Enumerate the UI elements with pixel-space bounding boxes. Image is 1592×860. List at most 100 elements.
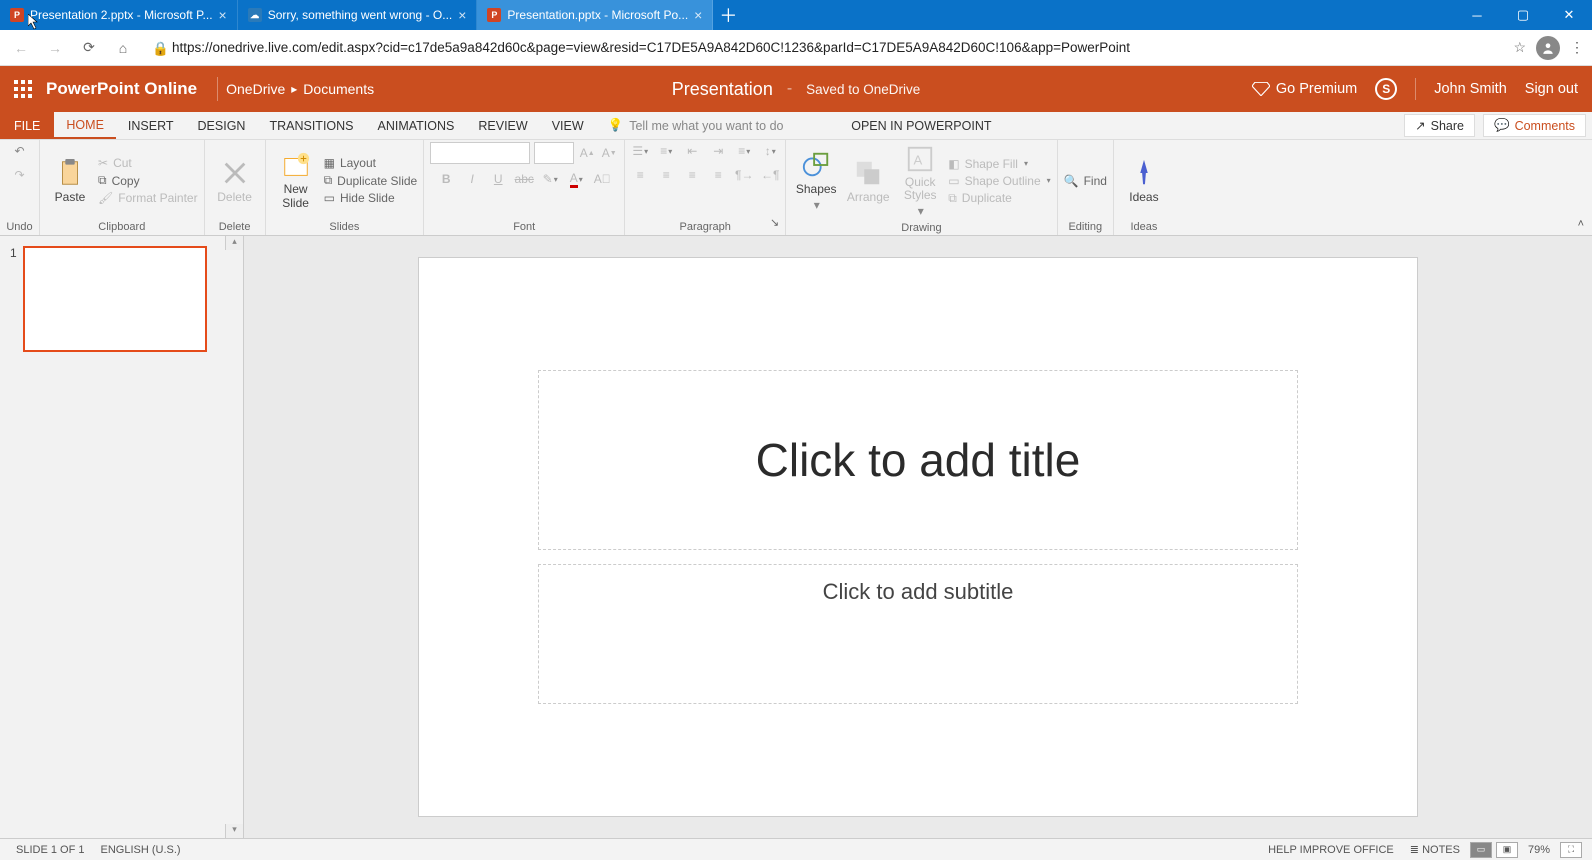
help-improve-link[interactable]: HELP IMPROVE OFFICE	[1260, 844, 1402, 856]
collapse-ribbon-icon[interactable]: ˄	[1578, 218, 1584, 230]
open-in-powerpoint[interactable]: OPEN IN POWERPOINT	[839, 112, 1003, 139]
ideas-button[interactable]: Ideas	[1120, 156, 1168, 206]
browser-tab-2[interactable]: P Presentation.pptx - Microsoft Po... ×	[477, 0, 713, 30]
scroll-down-icon[interactable]: ▾	[225, 824, 243, 838]
justify-button[interactable]: ≡	[709, 166, 727, 184]
align-left-button[interactable]: ≡	[631, 166, 649, 184]
strike-button[interactable]: abc	[515, 170, 533, 188]
align-right-button[interactable]: ≡	[683, 166, 701, 184]
slide-canvas[interactable]: Click to add title Click to add subtitle	[418, 257, 1418, 817]
find-button[interactable]: 🔍Find	[1064, 174, 1107, 188]
slide-canvas-area[interactable]: Click to add title Click to add subtitle	[244, 236, 1592, 838]
layout-button[interactable]: ▦Layout	[324, 156, 418, 170]
close-icon[interactable]: ×	[219, 7, 227, 23]
star-icon[interactable]: ☆	[1513, 39, 1526, 56]
tell-me-input[interactable]	[629, 119, 809, 133]
quick-styles-button[interactable]: A Quick Styles▾	[896, 142, 944, 220]
shape-outline-button[interactable]: ▭Shape Outline▾	[948, 174, 1050, 188]
tab-design[interactable]: DESIGN	[186, 112, 258, 139]
browser-tab-0[interactable]: P Presentation 2.pptx - Microsoft P... ×	[0, 0, 238, 30]
shape-fill-button[interactable]: ◧Shape Fill▾	[948, 157, 1050, 171]
numbering-button[interactable]: ≡▾	[657, 142, 675, 160]
dialog-launcher-icon[interactable]: ↘	[770, 216, 779, 229]
duplicate-button[interactable]: ⧉Duplicate	[948, 191, 1050, 206]
line-spacing-button[interactable]: ≡▾	[735, 142, 753, 160]
highlight-button[interactable]: ✎▾	[541, 170, 559, 188]
doc-title[interactable]: Presentation	[672, 79, 773, 100]
browser-tab-1[interactable]: ☁ Sorry, something went wrong - O... ×	[238, 0, 478, 30]
tab-animations[interactable]: ANIMATIONS	[366, 112, 467, 139]
italic-button[interactable]: I	[463, 170, 481, 188]
align-center-button[interactable]: ≡	[657, 166, 675, 184]
shapes-button[interactable]: Shapes▾	[792, 148, 840, 214]
address-bar[interactable]: 🔒 https://onedrive.live.com/edit.aspx?ci…	[144, 40, 1505, 55]
slide-thumbnail-1[interactable]	[23, 246, 207, 352]
slide-counter[interactable]: SLIDE 1 OF 1	[8, 844, 92, 856]
home-button[interactable]: ⌂	[110, 35, 136, 61]
tab-file[interactable]: FILE	[0, 112, 54, 139]
tab-review[interactable]: REVIEW	[466, 112, 539, 139]
breadcrumb-0[interactable]: OneDrive	[226, 81, 285, 97]
delete-button[interactable]: Delete	[211, 156, 259, 206]
scroll-up-icon[interactable]: ▴	[225, 236, 243, 250]
new-tab-button[interactable]: ＋	[713, 0, 743, 30]
sign-out-link[interactable]: Sign out	[1525, 81, 1578, 97]
fit-to-window-button[interactable]: ⛶	[1560, 842, 1582, 858]
menu-icon[interactable]: ⋮	[1570, 39, 1584, 56]
rtl-button[interactable]: ←¶	[761, 166, 779, 184]
tell-me-search[interactable]: 💡	[608, 112, 810, 139]
redo-button[interactable]: ↷	[11, 166, 29, 184]
slideshow-view-button[interactable]: ▣	[1496, 842, 1518, 858]
go-premium-button[interactable]: Go Premium	[1252, 81, 1357, 97]
close-icon[interactable]: ×	[458, 7, 466, 23]
minimize-button[interactable]: ─	[1454, 0, 1500, 30]
text-direction-button[interactable]: ↕▾	[761, 142, 779, 160]
tab-view[interactable]: VIEW	[540, 112, 596, 139]
app-launcher[interactable]	[0, 66, 46, 112]
app-brand[interactable]: PowerPoint Online	[46, 79, 209, 99]
zoom-level[interactable]: 79%	[1520, 844, 1558, 856]
skype-icon[interactable]: S	[1375, 78, 1397, 100]
maximize-button[interactable]: ▢	[1500, 0, 1546, 30]
cut-button[interactable]: ✂Cut	[98, 156, 198, 170]
title-placeholder[interactable]: Click to add title	[538, 370, 1298, 550]
tab-home[interactable]: HOME	[54, 112, 116, 139]
close-window-button[interactable]: ✕	[1546, 0, 1592, 30]
user-name[interactable]: John Smith	[1434, 81, 1507, 97]
reload-button[interactable]: ⟳	[76, 35, 102, 61]
comments-button[interactable]: 💬 Comments	[1483, 114, 1586, 137]
tab-transitions[interactable]: TRANSITIONS	[257, 112, 365, 139]
ltr-button[interactable]: ¶→	[735, 166, 753, 184]
notes-toggle[interactable]: ≣ NOTES	[1402, 843, 1468, 856]
underline-button[interactable]: U	[489, 170, 507, 188]
new-slide-button[interactable]: New Slide	[272, 149, 320, 211]
breadcrumb-1[interactable]: Documents	[303, 81, 374, 97]
duplicate-slide-button[interactable]: ⧉Duplicate Slide	[324, 173, 418, 188]
paste-button[interactable]: Paste	[46, 156, 94, 206]
font-size-select[interactable]	[534, 142, 574, 164]
undo-button[interactable]: ↶	[11, 142, 29, 160]
normal-view-button[interactable]: ▭	[1470, 842, 1492, 858]
font-shrink-icon[interactable]: A▼	[600, 144, 618, 162]
arrange-button[interactable]: Arrange	[844, 156, 892, 206]
share-button[interactable]: ↗ Share	[1404, 114, 1475, 137]
bold-button[interactable]: B	[437, 170, 455, 188]
tab-insert[interactable]: INSERT	[116, 112, 186, 139]
subtitle-placeholder[interactable]: Click to add subtitle	[538, 564, 1298, 704]
back-button[interactable]: ←	[8, 35, 34, 61]
hide-slide-button[interactable]: ▭Hide Slide	[324, 191, 418, 205]
profile-avatar[interactable]	[1536, 36, 1560, 60]
bullets-button[interactable]: ☰▾	[631, 142, 649, 160]
language-status[interactable]: ENGLISH (U.S.)	[92, 844, 188, 856]
indent-button[interactable]: ⇥	[709, 142, 727, 160]
clear-format-button[interactable]: A⃠	[593, 170, 611, 188]
close-icon[interactable]: ×	[694, 7, 702, 23]
forward-button[interactable]: →	[42, 35, 68, 61]
copy-button[interactable]: ⧉Copy	[98, 173, 198, 188]
font-family-select[interactable]	[430, 142, 530, 164]
outdent-button[interactable]: ⇤	[683, 142, 701, 160]
styles-icon: A	[905, 144, 935, 174]
font-grow-icon[interactable]: A▲	[578, 144, 596, 162]
font-color-button[interactable]: A▾	[567, 170, 585, 188]
format-painter-button[interactable]: 🖌Format Painter	[98, 191, 198, 205]
